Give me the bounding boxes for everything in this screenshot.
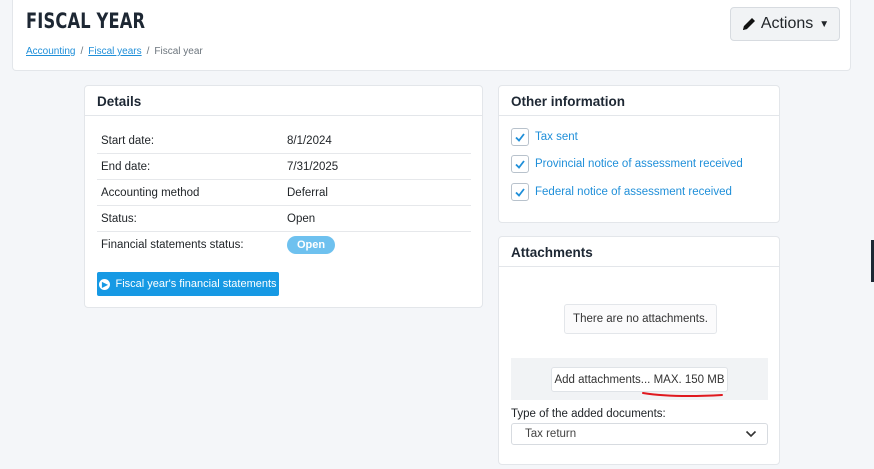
- checkbox[interactable]: [511, 128, 529, 146]
- detail-label: Financial statements status:: [101, 239, 244, 251]
- attachment-drop-zone[interactable]: Add attachments... MAX. 150 MB: [511, 358, 768, 400]
- financial-statements-button[interactable]: ▶ Fiscal year's financial statements: [97, 272, 279, 296]
- checkmark-icon: [515, 133, 525, 142]
- status-badge: Open: [287, 236, 336, 254]
- checkbox[interactable]: [511, 183, 529, 201]
- pencil-icon: [742, 18, 755, 30]
- red-underline-annotation: [642, 392, 723, 398]
- provincial-notice-checkbox-row[interactable]: Provincial notice of assessment received: [511, 154, 743, 174]
- detail-label: Accounting method: [101, 187, 200, 199]
- chevron-down-icon: [745, 430, 757, 438]
- no-attachments-message: There are no attachments.: [564, 304, 717, 334]
- page-title: FISCAL YEAR: [26, 9, 146, 33]
- caret-down-icon: ▼: [819, 18, 830, 30]
- detail-value: Deferral: [287, 187, 328, 199]
- detail-label: Status:: [101, 213, 137, 225]
- attachments-title: Attachments: [499, 237, 779, 267]
- financial-statements-label: Fiscal year's financial statements: [115, 278, 277, 290]
- detail-row-fs-status: Financial statements status: Open: [97, 232, 471, 258]
- tax-sent-checkbox-row[interactable]: Tax sent: [511, 127, 578, 147]
- detail-label: Start date:: [101, 135, 155, 147]
- document-type-select[interactable]: Tax return: [511, 423, 768, 445]
- actions-label: Actions: [760, 15, 814, 32]
- checkmark-icon: [515, 160, 525, 169]
- breadcrumb: Accounting / Fiscal years / Fiscal year: [26, 46, 203, 57]
- detail-label: End date:: [101, 161, 151, 173]
- document-type-value: Tax return: [525, 428, 577, 440]
- arrow-circle-right-icon: ▶: [99, 278, 111, 290]
- checkbox-label[interactable]: Federal notice of assessment received: [535, 186, 732, 198]
- details-title: Details: [85, 86, 482, 116]
- checkbox[interactable]: [511, 155, 529, 173]
- breadcrumb-current: Fiscal year: [154, 46, 203, 57]
- other-information-card: Other information Tax sent Provincial no…: [498, 85, 780, 223]
- detail-row-accounting-method: Accounting method Deferral: [97, 180, 471, 206]
- attachments-card: Attachments There are no attachments. Ad…: [498, 236, 780, 465]
- detail-value: 8/1/2024: [287, 135, 332, 147]
- detail-value: Open: [287, 213, 316, 225]
- page-header: FISCAL YEAR Accounting / Fiscal years / Fisc…: [12, 0, 851, 71]
- detail-row-start-date: Start date: 8/1/2024: [97, 128, 471, 154]
- checkbox-label[interactable]: Tax sent: [535, 131, 578, 143]
- detail-row-end-date: End date: 7/31/2025: [97, 154, 471, 180]
- detail-value: 7/31/2025: [287, 161, 339, 173]
- other-information-title: Other information: [499, 86, 779, 116]
- checkbox-label[interactable]: Provincial notice of assessment received: [535, 158, 743, 170]
- federal-notice-checkbox-row[interactable]: Federal notice of assessment received: [511, 182, 732, 202]
- breadcrumb-fiscal-years-link[interactable]: Fiscal years: [88, 46, 141, 57]
- actions-button[interactable]: Actions ▼: [730, 7, 840, 41]
- details-card: Details Start date: 8/1/2024 End date: 7…: [84, 85, 483, 308]
- add-attachments-button[interactable]: Add attachments... MAX. 150 MB: [551, 367, 728, 392]
- breadcrumb-accounting-link[interactable]: Accounting: [26, 46, 75, 57]
- detail-row-status: Status: Open: [97, 206, 471, 232]
- document-type-label: Type of the added documents:: [511, 408, 666, 420]
- checkmark-icon: [515, 188, 525, 197]
